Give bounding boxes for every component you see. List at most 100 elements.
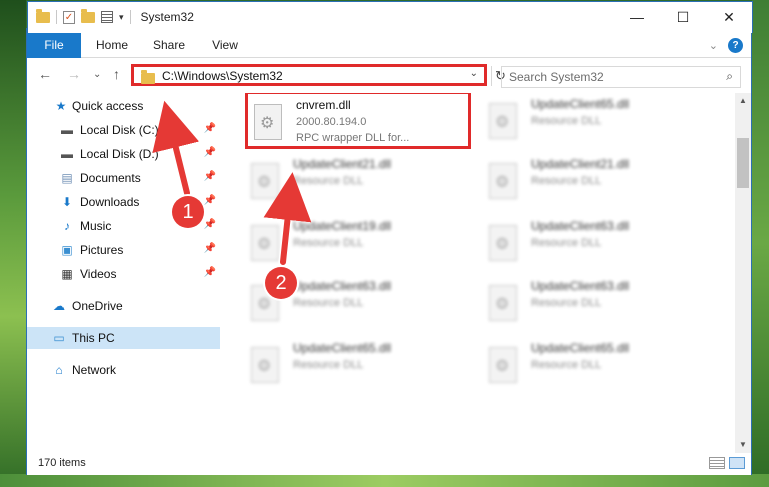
file-description: Resource DLL xyxy=(531,237,602,249)
sidebar-item-documents[interactable]: ▤ Documents 📌 xyxy=(27,167,220,189)
computer-icon: ▭ xyxy=(53,331,65,345)
pin-icon[interactable]: 📌 xyxy=(204,243,216,254)
dll-file-icon xyxy=(254,104,282,140)
file-tile[interactable]: UpdateClient63.dll Resource DLL xyxy=(483,215,709,273)
file-tile[interactable]: UpdateClient19.dll Resource DLL xyxy=(245,215,471,273)
tiles-view-icon[interactable] xyxy=(729,457,745,469)
sidebar-item-onedrive[interactable]: ☁ OneDrive xyxy=(27,295,220,317)
file-description: RPC wrapper DLL for... xyxy=(296,132,410,144)
pin-icon[interactable]: 📌 xyxy=(204,267,216,278)
pin-icon[interactable]: 📌 xyxy=(204,147,216,158)
drive-icon: ▬ xyxy=(61,123,73,137)
dll-file-icon xyxy=(489,103,517,139)
pin-icon[interactable]: 📌 xyxy=(204,171,216,182)
window-title: System32 xyxy=(140,10,194,24)
sidebar-item-pictures[interactable]: ▣ Pictures 📌 xyxy=(27,239,220,261)
documents-icon: ▤ xyxy=(61,171,73,185)
file-name: UpdateClient21.dll xyxy=(293,157,392,171)
navigation-bar: ← → ⌄ ↑ C:\Windows\System32 ⌄ ↻ Search S… xyxy=(27,59,751,93)
desktop-background-right xyxy=(752,0,769,487)
pin-icon[interactable]: 📌 xyxy=(204,219,216,230)
sidebar-item-label: Downloads xyxy=(80,195,140,209)
vertical-scrollbar[interactable]: ▲ ▼ xyxy=(735,93,751,453)
music-icon: ♪ xyxy=(64,219,70,233)
file-name: UpdateClient65.dll xyxy=(531,341,630,355)
back-arrow-icon[interactable]: ← xyxy=(38,66,52,82)
tab-view[interactable]: View xyxy=(199,33,251,58)
toolbar-dropdown-icon[interactable]: ▾ xyxy=(119,12,124,23)
file-name: UpdateClient63.dll xyxy=(531,279,630,293)
folder-icon[interactable] xyxy=(36,8,50,23)
dll-file-icon xyxy=(251,225,279,261)
file-tile[interactable]: UpdateClient63.dll Resource DLL xyxy=(483,275,709,333)
network-icon: ⌂ xyxy=(55,363,63,377)
file-name: UpdateClient65.dll xyxy=(531,97,630,111)
search-icon[interactable]: ⌕ xyxy=(726,69,733,84)
view-switcher xyxy=(709,457,745,469)
expand-ribbon-icon[interactable]: ⌄ xyxy=(709,39,718,52)
file-tile[interactable]: UpdateClient21.dll Resource DLL xyxy=(483,153,709,211)
recent-locations-icon[interactable]: ⌄ xyxy=(93,69,101,80)
sidebar-item-label: Videos xyxy=(80,267,117,281)
file-version: 2000.80.194.0 xyxy=(296,116,367,128)
sidebar-item-local-disk-c[interactable]: ▬ Local Disk (C:) 📌 xyxy=(27,119,220,141)
sidebar-item-this-pc[interactable]: ▭ This PC xyxy=(27,327,220,349)
sidebar-item-videos[interactable]: ▦ Videos 📌 xyxy=(27,263,220,285)
maximize-button[interactable]: ☐ xyxy=(660,2,706,32)
file-list: cnvrem.dll 2000.80.194.0 RPC wrapper DLL… xyxy=(221,93,735,453)
explorer-window: ✓ ▾ System32 — ☐ ✕ File Home Share View … xyxy=(26,1,753,475)
search-input[interactable]: Search System32 ⌕ xyxy=(501,66,741,88)
file-tile-cnvrem[interactable]: cnvrem.dll 2000.80.194.0 RPC wrapper DLL… xyxy=(245,93,471,149)
pin-icon[interactable]: 📌 xyxy=(204,123,216,134)
up-arrow-icon[interactable]: ↑ xyxy=(113,66,120,82)
dll-file-icon xyxy=(489,225,517,261)
file-tile[interactable]: UpdateClient65.dll Resource DLL xyxy=(245,337,471,395)
quick-access-toolbar: ✓ ▾ System32 xyxy=(36,8,194,24)
sidebar-item-quick-access[interactable]: ★ Quick access xyxy=(27,95,220,117)
window-controls: — ☐ ✕ xyxy=(614,2,752,32)
desktop-background-left xyxy=(0,0,26,487)
file-tile[interactable]: UpdateClient21.dll Resource DLL xyxy=(245,153,471,211)
sidebar-item-label: Music xyxy=(80,219,112,233)
drive-icon: ▬ xyxy=(61,147,73,161)
ribbon-right-controls: ⌄ ? xyxy=(709,38,743,53)
address-bar[interactable]: C:\Windows\System32 ⌄ xyxy=(131,64,487,86)
pin-icon[interactable]: 📌 xyxy=(204,195,216,206)
properties-check-icon[interactable]: ✓ xyxy=(63,10,75,24)
scroll-down-icon[interactable]: ▼ xyxy=(735,437,751,453)
tab-home[interactable]: Home xyxy=(85,33,139,58)
file-name: UpdateClient21.dll xyxy=(531,157,630,171)
tab-share[interactable]: Share xyxy=(143,33,195,58)
step-callout-2: 2 xyxy=(265,267,297,299)
downloads-icon: ⬇ xyxy=(61,195,73,209)
file-description: Resource DLL xyxy=(531,175,602,187)
tab-file[interactable]: File xyxy=(27,33,81,58)
file-description: Resource DLL xyxy=(293,175,364,187)
file-description: Resource DLL xyxy=(531,297,602,309)
sidebar-item-label: Pictures xyxy=(80,243,124,257)
pictures-icon: ▣ xyxy=(61,243,73,257)
scroll-thumb[interactable] xyxy=(737,138,749,188)
new-folder-icon[interactable] xyxy=(81,8,95,23)
file-description: Resource DLL xyxy=(293,359,364,371)
sidebar-item-local-disk-d[interactable]: ▬ Local Disk (D:) 📌 xyxy=(27,143,220,165)
sidebar-item-network[interactable]: ⌂ Network xyxy=(27,359,220,381)
file-name: UpdateClient19.dll xyxy=(293,219,392,233)
scroll-up-icon[interactable]: ▲ xyxy=(735,93,751,109)
file-name: UpdateClient65.dll xyxy=(293,341,392,355)
star-icon: ★ xyxy=(55,99,67,113)
dll-file-icon xyxy=(251,347,279,383)
customize-toolbar-icon[interactable] xyxy=(101,11,113,23)
close-button[interactable]: ✕ xyxy=(706,2,752,32)
minimize-button[interactable]: — xyxy=(614,2,660,32)
dll-file-icon xyxy=(489,163,517,199)
details-view-icon[interactable] xyxy=(709,457,725,469)
file-tile[interactable]: UpdateClient65.dll Resource DLL xyxy=(483,93,709,151)
address-dropdown-icon[interactable]: ⌄ xyxy=(470,68,478,79)
address-path: C:\Windows\System32 xyxy=(162,69,283,83)
forward-arrow-icon[interactable]: → xyxy=(67,66,81,82)
help-icon[interactable]: ? xyxy=(728,38,743,53)
file-description: Resource DLL xyxy=(293,297,364,309)
file-name: UpdateClient63.dll xyxy=(293,279,392,293)
file-tile[interactable]: UpdateClient65.dll Resource DLL xyxy=(483,337,709,395)
